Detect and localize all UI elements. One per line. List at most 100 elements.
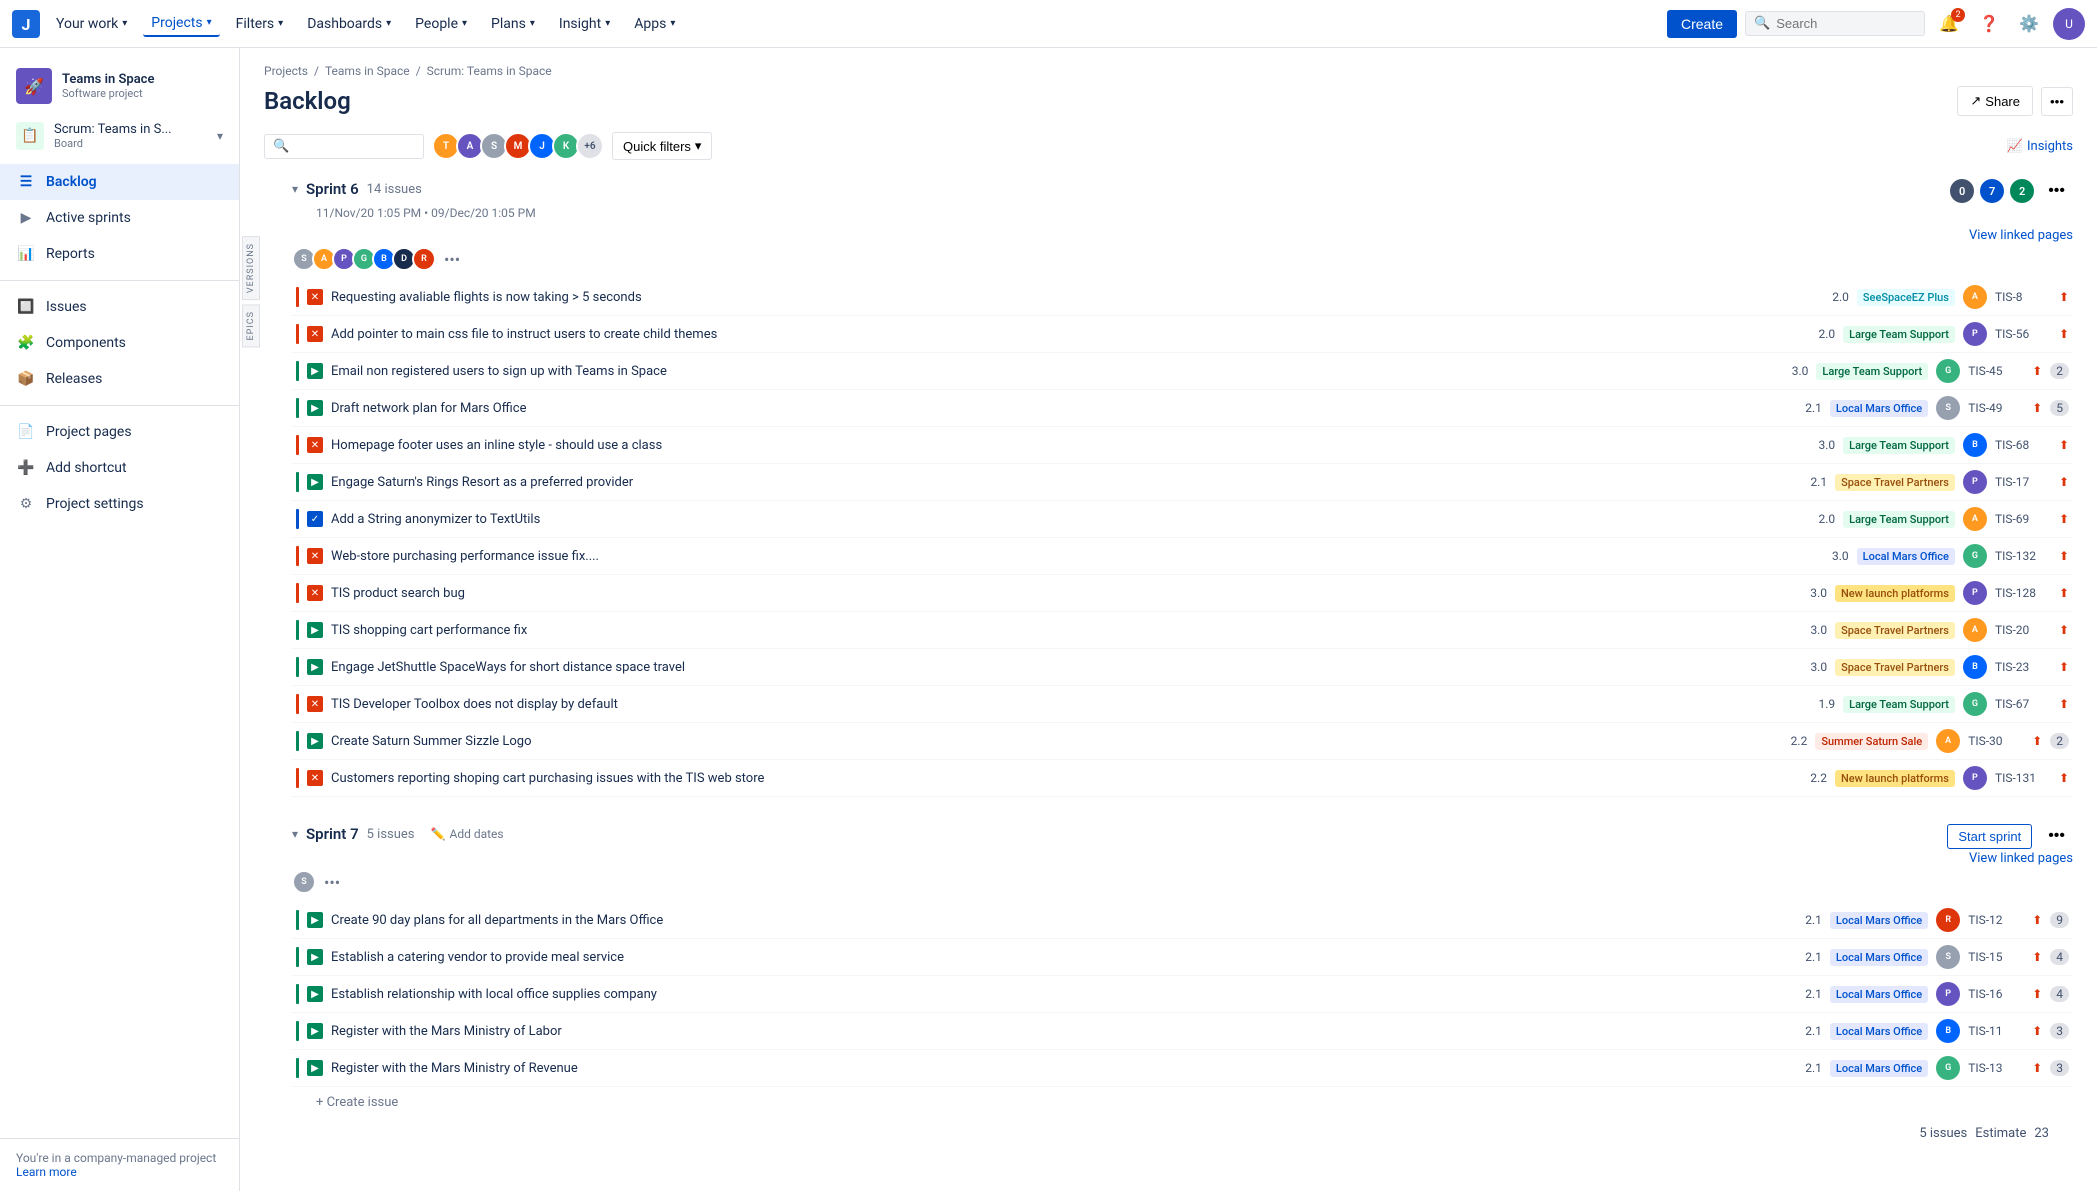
issue-tag[interactable]: Large Team Support — [1843, 326, 1955, 343]
issue-assignee-avatar[interactable]: G — [1963, 692, 1987, 716]
issue-assignee-avatar[interactable]: S — [1936, 396, 1960, 420]
settings-button[interactable]: ⚙️ — [2013, 8, 2045, 40]
issue-tag[interactable]: Space Travel Partners — [1835, 659, 1955, 676]
issue-assignee-avatar[interactable]: A — [1963, 618, 1987, 642]
sidebar-item-project-settings[interactable]: ⚙ Project settings — [0, 486, 239, 522]
list-item[interactable]: ✕ Add pointer to main css file to instru… — [292, 316, 2073, 353]
issue-tag[interactable]: Large Team Support — [1843, 437, 1955, 454]
share-button[interactable]: ↗ Share — [1957, 86, 2033, 116]
issue-assignee-avatar[interactable]: G — [1936, 1056, 1960, 1080]
nav-apps[interactable]: Apps ▾ — [626, 12, 683, 36]
list-item[interactable]: ✕ Homepage footer uses an inline style -… — [292, 427, 2073, 464]
sidebar-item-releases[interactable]: 📦 Releases — [0, 361, 239, 397]
issue-tag[interactable]: Large Team Support — [1843, 696, 1955, 713]
list-item[interactable]: ▶ Engage JetShuttle SpaceWays for short … — [292, 649, 2073, 686]
list-item[interactable]: ✓ Add a String anonymizer to TextUtils 2… — [292, 501, 2073, 538]
list-item[interactable]: ▶ Register with the Mars Ministry of Rev… — [292, 1050, 2073, 1087]
issue-assignee-avatar[interactable]: B — [1963, 655, 1987, 679]
issue-tag[interactable]: Space Travel Partners — [1835, 622, 1955, 639]
more-options-button[interactable]: ••• — [2041, 87, 2073, 116]
issue-assignee-avatar[interactable]: A — [1963, 507, 1987, 531]
issue-assignee-avatar[interactable]: A — [1963, 285, 1987, 309]
issue-tag[interactable]: Local Mars Office — [1857, 548, 1955, 565]
issue-tag[interactable]: Large Team Support — [1816, 363, 1928, 380]
breadcrumb-scrum[interactable]: Scrum: Teams in Space — [427, 64, 552, 78]
issue-assignee-avatar[interactable]: G — [1963, 544, 1987, 568]
list-item[interactable]: ✕ Customers reporting shoping cart purch… — [292, 760, 2073, 797]
list-item[interactable]: ▶ Engage Saturn's Rings Resort as a pref… — [292, 464, 2073, 501]
search-box[interactable]: 🔍 — [1745, 11, 1925, 36]
issue-assignee-avatar[interactable]: G — [1936, 359, 1960, 383]
help-button[interactable]: ❓ — [1973, 8, 2005, 40]
sidebar-item-issues[interactable]: 🔲 Issues — [0, 289, 239, 325]
sprint-6-more-button[interactable]: ••• — [2040, 176, 2073, 206]
issue-assignee-avatar[interactable]: B — [1936, 1019, 1960, 1043]
issue-tag[interactable]: SeeSpaceEZ Plus — [1857, 289, 1955, 306]
issue-assignee-avatar[interactable]: B — [1963, 433, 1987, 457]
issue-tag[interactable]: Space Travel Partners — [1835, 474, 1955, 491]
sprint-6-more-dots[interactable]: ••• — [444, 250, 460, 269]
create-issue-row[interactable]: + Create issue — [292, 1087, 2073, 1118]
issue-tag[interactable]: Large Team Support — [1843, 511, 1955, 528]
sidebar-item-add-shortcut[interactable]: ➕ Add shortcut — [0, 450, 239, 486]
issue-assignee-avatar[interactable]: P — [1963, 766, 1987, 790]
issue-assignee-avatar[interactable]: P — [1963, 470, 1987, 494]
add-dates-button[interactable]: ✏️ Add dates — [431, 827, 504, 841]
sprint-6-avatar-7[interactable]: R — [412, 247, 436, 271]
breadcrumb-projects[interactable]: Projects — [264, 64, 308, 78]
issue-assignee-avatar[interactable]: S — [1936, 945, 1960, 969]
issue-assignee-avatar[interactable]: P — [1963, 322, 1987, 346]
quick-filters-button[interactable]: Quick filters ▾ — [612, 132, 712, 160]
sprint-6-collapse-icon[interactable]: ▾ — [292, 182, 298, 196]
issue-assignee-avatar[interactable]: A — [1936, 729, 1960, 753]
nav-projects[interactable]: Projects ▾ — [143, 11, 219, 37]
issue-tag[interactable]: Summer Saturn Sale — [1815, 733, 1928, 750]
list-item[interactable]: ✕ Web-store purchasing performance issue… — [292, 538, 2073, 575]
avatar-more[interactable]: +6 — [576, 132, 604, 160]
versions-label[interactable]: VERSIONS — [242, 236, 260, 300]
sprint-7-view-linked-pages[interactable]: View linked pages — [1969, 851, 2073, 866]
issue-tag[interactable]: New launch platforms — [1835, 770, 1955, 787]
learn-more-link[interactable]: Learn more — [16, 1165, 77, 1179]
list-item[interactable]: ▶ Email non registered users to sign up … — [292, 353, 2073, 390]
issue-assignee-avatar[interactable]: P — [1936, 982, 1960, 1006]
nav-dashboards[interactable]: Dashboards ▾ — [299, 12, 399, 36]
list-item[interactable]: ✕ TIS Developer Toolbox does not display… — [292, 686, 2073, 723]
breadcrumb-teams-in-space[interactable]: Teams in Space — [325, 64, 410, 78]
backlog-search-input[interactable] — [295, 139, 415, 154]
sidebar-item-backlog[interactable]: ☰ Backlog — [0, 164, 239, 200]
toolbar-search[interactable]: 🔍 — [264, 134, 424, 159]
list-item[interactable]: ✕ TIS product search bug 3.0 New launch … — [292, 575, 2073, 612]
search-input[interactable] — [1776, 16, 1916, 31]
list-item[interactable]: ▶ Register with the Mars Ministry of Lab… — [292, 1013, 2073, 1050]
sidebar-board[interactable]: 📋 Scrum: Teams in S... Board ▾ — [0, 116, 239, 156]
nav-your-work[interactable]: Your work ▾ — [48, 12, 135, 36]
logo[interactable]: J — [12, 10, 40, 38]
create-button[interactable]: Create — [1667, 10, 1737, 38]
start-sprint-button[interactable]: Start sprint — [1947, 824, 2032, 849]
nav-plans[interactable]: Plans ▾ — [483, 12, 543, 36]
sidebar-item-components[interactable]: 🧩 Components — [0, 325, 239, 361]
list-item[interactable]: ▶ Establish a catering vendor to provide… — [292, 939, 2073, 976]
list-item[interactable]: ▶ Establish relationship with local offi… — [292, 976, 2073, 1013]
notification-button[interactable]: 🔔 2 — [1933, 8, 1965, 40]
sidebar-item-project-pages[interactable]: 📄 Project pages — [0, 414, 239, 450]
board-chevron-icon[interactable]: ▾ — [217, 129, 223, 143]
list-item[interactable]: ▶ TIS shopping cart performance fix 3.0 … — [292, 612, 2073, 649]
issue-tag[interactable]: Local Mars Office — [1830, 1023, 1928, 1040]
issue-tag[interactable]: Local Mars Office — [1830, 986, 1928, 1003]
sidebar-item-reports[interactable]: 📊 Reports — [0, 236, 239, 272]
nav-insight[interactable]: Insight ▾ — [551, 12, 618, 36]
sprint-7-avatar-1[interactable]: S — [292, 870, 316, 894]
epics-label[interactable]: EPICS — [242, 304, 260, 347]
sprint-6-view-linked-pages[interactable]: View linked pages — [1969, 228, 2073, 243]
list-item[interactable]: ▶ Create Saturn Summer Sizzle Logo 2.2 S… — [292, 723, 2073, 760]
user-avatar[interactable]: U — [2053, 8, 2085, 40]
list-item[interactable]: ✕ Requesting avaliable flights is now ta… — [292, 279, 2073, 316]
list-item[interactable]: ▶ Draft network plan for Mars Office 2.1… — [292, 390, 2073, 427]
issue-tag[interactable]: Local Mars Office — [1830, 400, 1928, 417]
sprint-7-more-button[interactable]: ••• — [2040, 821, 2073, 851]
list-item[interactable]: ▶ Create 90 day plans for all department… — [292, 902, 2073, 939]
issue-assignee-avatar[interactable]: P — [1963, 581, 1987, 605]
issue-assignee-avatar[interactable]: R — [1936, 908, 1960, 932]
